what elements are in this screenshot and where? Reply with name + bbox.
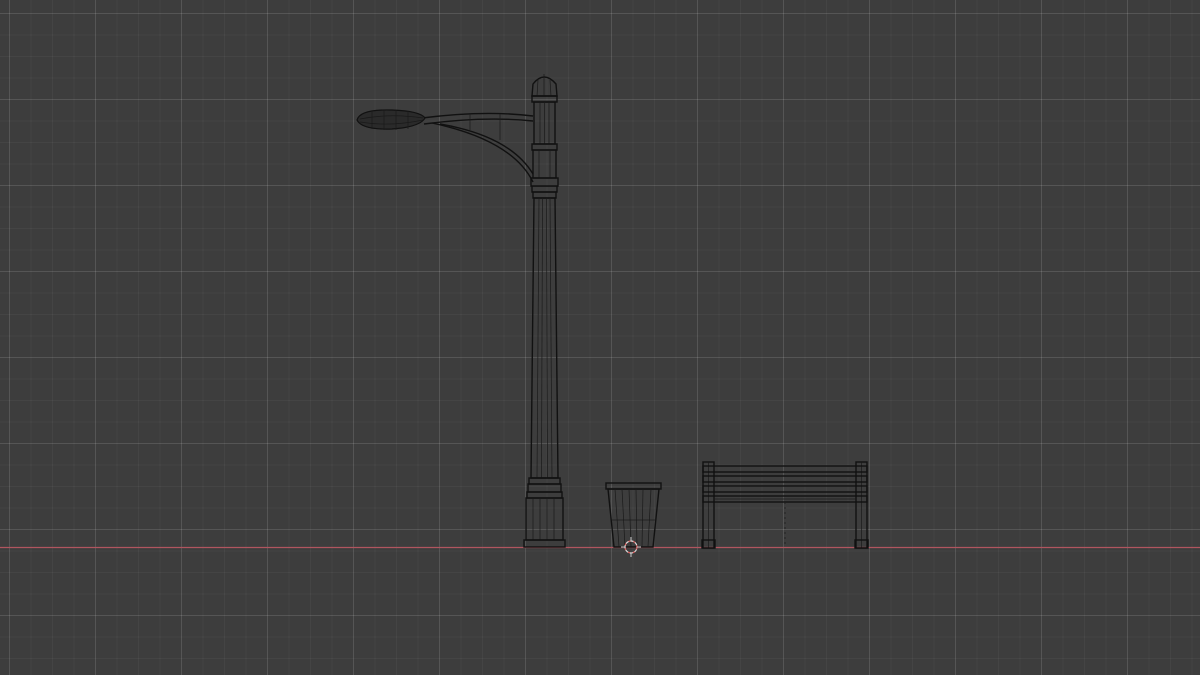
park-bench-wireframe[interactable] (701, 461, 869, 549)
3d-viewport[interactable] (0, 0, 1200, 675)
scene-canvas[interactable] (0, 0, 1200, 675)
street-lamp-wireframe[interactable] (356, 74, 566, 548)
trash-bin-wireframe[interactable] (605, 482, 662, 548)
